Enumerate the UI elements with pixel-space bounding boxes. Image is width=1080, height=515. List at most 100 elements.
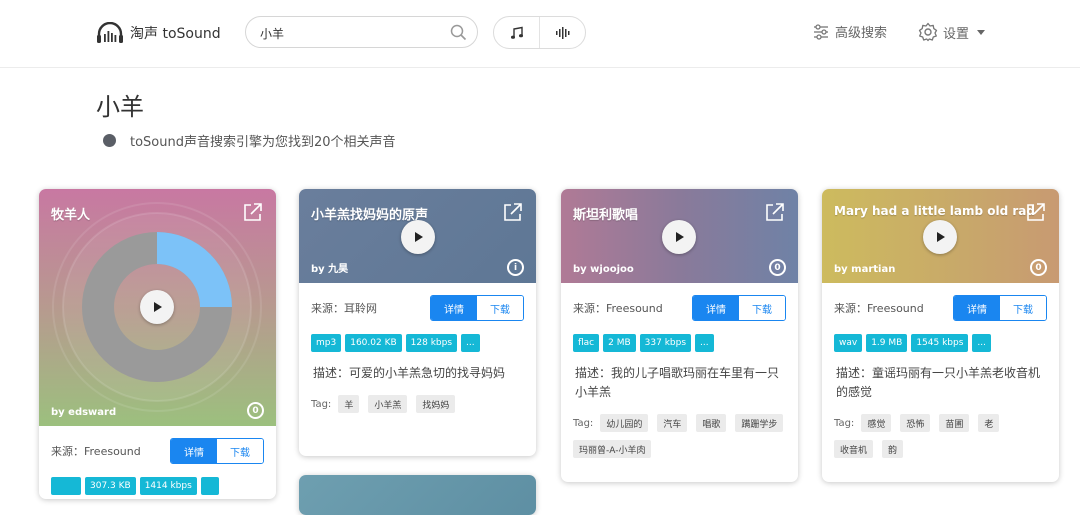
- card-body: 来源：Freesound 详情 下载 flac 2 MB 337 kbps ..…: [561, 283, 798, 458]
- tag[interactable]: 汽车: [657, 414, 688, 432]
- cc0-license-icon: 0: [769, 259, 786, 276]
- size-badge: 2 MB: [603, 334, 636, 352]
- source-row: 来源：Freesound 详情 下载: [834, 295, 1047, 321]
- headphones-logo-icon: [97, 22, 123, 43]
- tag[interactable]: 唱歌: [696, 414, 727, 432]
- external-link-icon[interactable]: [1025, 202, 1046, 223]
- results-summary-text: toSound声音搜索引擎为您找到20个相关声音: [130, 135, 396, 150]
- tag-list: Tag: 感觉 恐怖 苗圃 老 收音机 韵: [834, 414, 1047, 458]
- tag[interactable]: 蹒跚学步: [735, 414, 784, 432]
- tag[interactable]: 老: [978, 414, 1000, 432]
- size-badge: 1.9 MB: [866, 334, 908, 352]
- card-title[interactable]: 牧羊人: [51, 204, 90, 223]
- search-mode-toggle: [493, 16, 586, 49]
- waveform-icon: [555, 26, 569, 39]
- tag[interactable]: 玛丽曾-A-小羊肉: [573, 440, 652, 458]
- card-author[interactable]: by 九昊: [311, 260, 348, 275]
- play-button[interactable]: [662, 220, 696, 254]
- sound-card: [299, 475, 536, 515]
- tag[interactable]: 感觉: [861, 414, 892, 432]
- music-note-icon: [510, 26, 523, 39]
- tag-label: Tag:: [311, 398, 332, 410]
- source-row: 来源：Freesound 详情 下载: [573, 295, 786, 321]
- action-buttons: 详情 下载: [692, 295, 786, 321]
- external-link-icon[interactable]: [764, 202, 785, 223]
- card-source: 来源：Freesound: [834, 302, 924, 315]
- play-button[interactable]: [401, 220, 435, 254]
- tag-label: Tag:: [573, 417, 594, 429]
- download-button[interactable]: 下载: [217, 439, 263, 463]
- card-description: 描述：童谣玛丽有一只小羊羔老收音机的感觉: [836, 366, 1041, 399]
- play-icon: [415, 232, 423, 242]
- tag[interactable]: 小羊羔: [368, 395, 408, 413]
- bitrate-badge: 337 kbps: [639, 334, 692, 352]
- bitrate-badge: 128 kbps: [405, 334, 458, 352]
- sound-card: Mary had a little lamb old rad by martia…: [822, 189, 1059, 482]
- card-hero: 牧羊人 by edsward 0: [39, 189, 276, 426]
- results-summary: toSound声音搜索引擎为您找到20个相关声音: [103, 131, 396, 150]
- format-badges: 307.3 KB 1414 kbps: [51, 477, 264, 495]
- gear-icon: [918, 22, 938, 42]
- format-badges: flac 2 MB 337 kbps ...: [573, 334, 786, 352]
- card-hero: [299, 475, 536, 515]
- more-badge: ...: [972, 334, 992, 352]
- download-button[interactable]: 下载: [1000, 296, 1046, 320]
- card-source: 来源：耳聆网: [311, 302, 377, 315]
- size-badge: 307.3 KB: [85, 477, 136, 495]
- card-body: 来源：Freesound 详情 下载 307.3 KB 1414 kbps: [39, 426, 276, 495]
- tag[interactable]: 苗圃: [939, 414, 970, 432]
- download-button[interactable]: 下载: [739, 296, 785, 320]
- details-button[interactable]: 详情: [171, 439, 217, 463]
- tag-label: Tag:: [834, 417, 855, 429]
- settings-label: 设置: [943, 26, 970, 42]
- format-badge: mp3: [311, 334, 342, 352]
- card-body: 来源：Freesound 详情 下载 wav 1.9 MB 1545 kbps …: [822, 283, 1059, 458]
- card-author[interactable]: by martian: [834, 264, 895, 275]
- external-link-icon[interactable]: [502, 202, 523, 223]
- settings-dropdown[interactable]: 设置: [918, 22, 986, 42]
- play-button[interactable]: [140, 290, 174, 324]
- more-badge: ...: [695, 334, 714, 352]
- details-button[interactable]: 详情: [954, 296, 1000, 320]
- external-link-icon[interactable]: [242, 202, 263, 223]
- music-mode-button[interactable]: [494, 17, 540, 48]
- card-author[interactable]: by wjoojoo: [573, 264, 634, 275]
- tag[interactable]: 韵: [882, 440, 904, 458]
- source-row: 来源：Freesound 详情 下载: [51, 438, 264, 464]
- details-button[interactable]: 详情: [431, 296, 477, 320]
- play-button[interactable]: [923, 220, 957, 254]
- sound-mode-button[interactable]: [540, 17, 585, 48]
- more-badge: [200, 477, 219, 495]
- card-description: 描述：我的儿子唱歌玛丽在车里有一只小羊羔: [575, 366, 780, 399]
- sliders-icon: [814, 23, 828, 40]
- details-button[interactable]: 详情: [693, 296, 739, 320]
- card-title[interactable]: 斯坦利歌唱: [573, 204, 638, 223]
- play-icon: [937, 232, 945, 242]
- card-title[interactable]: Mary had a little lamb old rad: [834, 204, 1035, 218]
- search-input[interactable]: [260, 23, 440, 43]
- card-body: 来源：耳聆网 详情 下载 mp3 160.02 KB 128 kbps ... …: [299, 283, 536, 413]
- tag[interactable]: 恐怖: [900, 414, 931, 432]
- tag[interactable]: 幼儿园的: [600, 414, 649, 432]
- sound-card: 牧羊人 by edsward 0 来源：Freesound 详情 下载 307.…: [39, 189, 276, 499]
- cc-by-license-icon: i: [507, 259, 524, 276]
- tag[interactable]: 收音机: [834, 440, 874, 458]
- size-badge: 160.02 KB: [345, 334, 402, 352]
- search-icon[interactable]: [450, 24, 467, 41]
- logo-text: 淘声 toSound: [130, 26, 221, 42]
- logo[interactable]: 淘声 toSound: [96, 21, 221, 45]
- download-button[interactable]: 下载: [477, 296, 523, 320]
- advanced-search-button[interactable]: 高级搜索: [812, 22, 887, 41]
- tag-list: Tag: 幼儿园的 汽车 唱歌 蹒跚学步 玛丽曾-A-小羊肉: [573, 414, 786, 458]
- search-box: [245, 16, 478, 48]
- card-author[interactable]: by edsward: [51, 407, 116, 418]
- tag[interactable]: 找妈妈: [416, 395, 456, 413]
- more-badge: ...: [461, 334, 480, 352]
- page-title: 小羊: [96, 93, 144, 121]
- sound-card: 小羊羔找妈妈的原声 by 九昊 i 来源：耳聆网 详情 下载 mp3 160.0…: [299, 189, 536, 456]
- card-title[interactable]: 小羊羔找妈妈的原声: [311, 204, 428, 223]
- tag-list: Tag: 羊 小羊羔 找妈妈: [311, 395, 524, 413]
- play-icon: [676, 232, 684, 242]
- action-buttons: 详情 下载: [953, 295, 1047, 321]
- tag[interactable]: 羊: [338, 395, 360, 413]
